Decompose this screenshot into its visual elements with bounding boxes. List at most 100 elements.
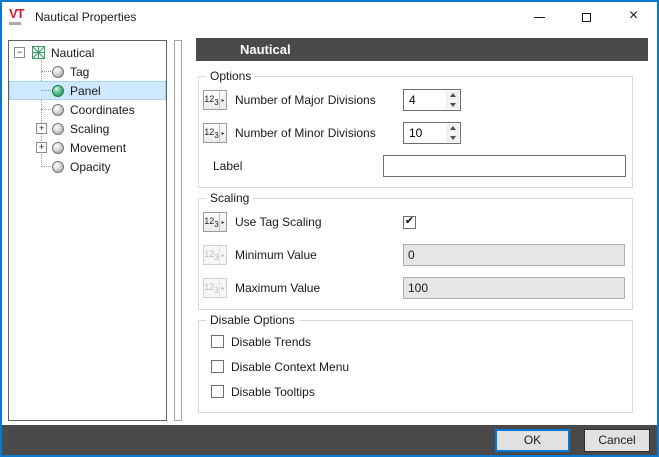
dropdown-arrow-icon[interactable]: ▸ xyxy=(219,213,226,231)
dropdown-arrow-icon: ▸ xyxy=(219,279,226,297)
nautical-root-icon xyxy=(32,46,45,59)
app-logo-underline xyxy=(9,22,21,25)
disable-tooltips-row: Disable Tooltips xyxy=(211,383,626,400)
tree-item-panel[interactable]: Panel xyxy=(9,81,166,100)
disable-context-menu-checkbox[interactable] xyxy=(211,360,224,373)
close-icon: × xyxy=(629,8,638,24)
spinner-down-button[interactable] xyxy=(446,101,459,110)
ok-button[interactable]: OK xyxy=(495,429,570,452)
app-logo-icon: VT xyxy=(9,8,29,26)
disable-tooltips-label: Disable Tooltips xyxy=(231,385,315,399)
spinner-up-icon xyxy=(450,126,456,130)
tag-node-icon xyxy=(52,66,64,78)
tree-item-opacity[interactable]: Opacity xyxy=(9,157,166,176)
cancel-button[interactable]: Cancel xyxy=(584,429,650,452)
caption-buttons: × xyxy=(516,2,657,32)
opacity-node-icon xyxy=(52,161,64,173)
spinner-up-button[interactable] xyxy=(446,124,459,133)
options-group: Options 123 ▸ Number of Major Divisions xyxy=(198,76,633,188)
window-title: Nautical Properties xyxy=(35,10,136,24)
major-divisions-input[interactable] xyxy=(404,90,445,110)
tree-item-coordinates[interactable]: Coordinates xyxy=(9,100,166,119)
minor-divisions-row: 123 ▸ Number of Minor Divisions xyxy=(203,122,626,144)
use-tag-scaling-row: 123 ▸ Use Tag Scaling ✔ xyxy=(203,211,626,233)
panel-splitter[interactable] xyxy=(174,40,182,421)
label-row: Label xyxy=(203,155,626,177)
dialog-footer: OK Cancel xyxy=(2,425,657,455)
dropdown-arrow-icon[interactable]: ▸ xyxy=(219,91,226,109)
page-title: Nautical xyxy=(196,38,648,61)
options-group-title: Options xyxy=(206,69,255,83)
minimum-value-row: 123 ▸ Minimum Value xyxy=(203,244,626,266)
use-tag-scaling-checkbox[interactable]: ✔ xyxy=(403,216,416,229)
tree-item-tag[interactable]: Tag xyxy=(9,62,166,81)
disable-trends-row: Disable Trends xyxy=(211,333,626,350)
disable-tooltips-checkbox[interactable] xyxy=(211,385,224,398)
label-input[interactable] xyxy=(383,155,626,177)
scaling-group: Scaling 123 ▸ Use Tag Scaling ✔ 123 ▸ Mi… xyxy=(198,198,633,310)
tree-item-label: Opacity xyxy=(70,160,111,174)
minor-divisions-label: Number of Minor Divisions xyxy=(235,126,403,140)
tree-item-nautical[interactable]: − Nautical xyxy=(9,43,166,62)
spinner-up-icon xyxy=(450,93,456,97)
minor-divisions-expression-button[interactable]: 123 ▸ xyxy=(203,123,227,143)
numeric-icon: 123 xyxy=(204,246,219,264)
minimum-value-label: Minimum Value xyxy=(235,248,403,262)
maximize-icon xyxy=(582,13,591,22)
maximize-button[interactable] xyxy=(563,2,610,32)
disable-options-group: Disable Options Disable Trends Disable C… xyxy=(198,320,633,413)
major-divisions-expression-button[interactable]: 123 ▸ xyxy=(203,90,227,110)
property-content: Nautical Options 123 ▸ Number of Major D… xyxy=(196,38,648,413)
minor-divisions-input[interactable] xyxy=(404,123,445,143)
tree-item-scaling[interactable]: + Scaling xyxy=(9,119,166,138)
spinner-down-icon xyxy=(450,103,456,107)
tree-item-label: Tag xyxy=(70,65,89,79)
property-tree: − Nautical Tag Panel Coordinates + Scali… xyxy=(8,40,167,421)
expand-icon[interactable]: + xyxy=(36,142,47,153)
label-field-label: Label xyxy=(213,159,383,173)
numeric-icon: 123 xyxy=(204,213,219,231)
tree-item-label: Scaling xyxy=(70,122,109,136)
minimize-icon xyxy=(534,17,545,18)
maximum-value-label: Maximum Value xyxy=(235,281,403,295)
spinner-down-icon xyxy=(450,136,456,140)
minimum-value-expression-button: 123 ▸ xyxy=(203,245,227,265)
numeric-icon: 123 xyxy=(204,279,219,297)
tree-item-label: Movement xyxy=(70,141,126,155)
maximum-value-row: 123 ▸ Maximum Value xyxy=(203,277,626,299)
dropdown-arrow-icon: ▸ xyxy=(219,246,226,264)
expand-icon[interactable]: + xyxy=(36,123,47,134)
close-button[interactable]: × xyxy=(610,2,657,32)
scaling-group-title: Scaling xyxy=(206,191,253,205)
use-tag-scaling-expression-button[interactable]: 123 ▸ xyxy=(203,212,227,232)
coordinates-node-icon xyxy=(52,104,64,116)
disable-context-menu-label: Disable Context Menu xyxy=(231,360,349,374)
minimum-value-input xyxy=(403,244,625,266)
spinner-buttons xyxy=(445,90,460,110)
dropdown-arrow-icon[interactable]: ▸ xyxy=(219,124,226,142)
checkmark-icon: ✔ xyxy=(405,216,414,227)
tree-item-label: Nautical xyxy=(51,46,94,60)
spinner-up-button[interactable] xyxy=(446,91,459,100)
nautical-properties-dialog: VT Nautical Properties × − Nautical xyxy=(0,0,659,457)
major-divisions-label: Number of Major Divisions xyxy=(235,93,403,107)
disable-context-menu-row: Disable Context Menu xyxy=(211,358,626,375)
disable-trends-label: Disable Trends xyxy=(231,335,311,349)
maximum-value-input xyxy=(403,277,625,299)
minimize-button[interactable] xyxy=(516,2,563,32)
titlebar: VT Nautical Properties × xyxy=(2,2,657,32)
spinner-down-button[interactable] xyxy=(446,134,459,143)
major-divisions-spinner xyxy=(403,89,461,111)
tree-item-movement[interactable]: + Movement xyxy=(9,138,166,157)
movement-node-icon xyxy=(52,142,64,154)
numeric-icon: 123 xyxy=(204,124,219,142)
collapse-icon[interactable]: − xyxy=(14,47,25,58)
spinner-buttons xyxy=(445,123,460,143)
tree-item-label: Panel xyxy=(70,84,101,98)
scaling-node-icon xyxy=(52,123,64,135)
minor-divisions-spinner xyxy=(403,122,461,144)
numeric-icon: 123 xyxy=(204,91,219,109)
app-logo-text: VT xyxy=(9,6,24,21)
tree-item-label: Coordinates xyxy=(70,103,135,117)
disable-trends-checkbox[interactable] xyxy=(211,335,224,348)
